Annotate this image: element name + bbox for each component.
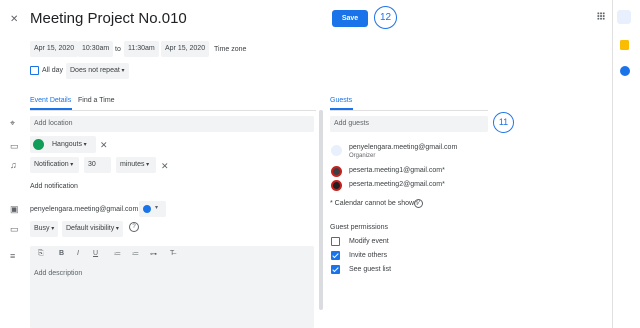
timezone-link[interactable]: Time zone xyxy=(214,46,246,53)
see-guest-list-checkbox[interactable] xyxy=(331,265,340,274)
guest-avatar xyxy=(331,180,342,191)
calendar-color-dot xyxy=(143,205,151,213)
description-placeholder: Add description xyxy=(34,270,83,277)
briefcase-icon: ▭ xyxy=(10,224,19,234)
help-icon[interactable]: ? xyxy=(129,222,139,232)
notification-unit-dropdown[interactable]: minutes xyxy=(116,157,156,173)
description-icon: ≡ xyxy=(10,251,16,261)
guest-role: Organizer xyxy=(349,153,376,159)
modify-event-label: Modify event xyxy=(349,238,389,245)
close-icon[interactable]: ✕ xyxy=(10,15,18,25)
italic-icon[interactable]: I xyxy=(77,250,79,257)
remove-conference-icon[interactable]: ✕ xyxy=(100,140,108,150)
help-icon[interactable]: ? xyxy=(414,199,423,208)
visibility-dropdown[interactable]: Default visibility xyxy=(62,221,123,237)
notification-type-dropdown[interactable]: Notification xyxy=(30,157,79,173)
guest-email: penyelengara.meeting@gmail.com xyxy=(349,144,458,151)
remove-notification-icon[interactable]: ✕ xyxy=(161,161,169,171)
location-input[interactable]: Add location xyxy=(30,116,314,132)
permissions-heading: Guest permissions xyxy=(330,224,388,231)
guest-email: peserta.meeting1@gmail.com* xyxy=(349,167,445,174)
start-time-chip[interactable]: 10:30am xyxy=(78,41,114,57)
add-notification-link[interactable]: Add notification xyxy=(30,183,78,190)
bell-icon: ♫ xyxy=(10,160,17,170)
all-day-checkbox[interactable] xyxy=(30,66,39,75)
location-icon: ⌖ xyxy=(10,118,16,128)
end-date-chip[interactable]: Apr 15, 2020 xyxy=(161,41,210,57)
apps-grid-icon[interactable] xyxy=(597,12,605,20)
attach-icon[interactable]: ⎘ xyxy=(38,250,44,258)
all-day-label: All day xyxy=(42,67,64,74)
add-guests-input[interactable]: Add guests xyxy=(330,116,488,132)
calendar-icon: ▣ xyxy=(10,204,19,214)
numbered-list-icon[interactable]: ≔ xyxy=(114,250,121,258)
calendar-color-dropdown[interactable]: ▾ xyxy=(139,201,166,217)
link-icon[interactable]: ⊶ xyxy=(150,250,157,258)
bullet-list-icon[interactable]: ≔ xyxy=(132,250,139,258)
to-label: to xyxy=(115,46,121,53)
scrollbar[interactable] xyxy=(319,110,323,310)
hangouts-chip[interactable]: Hangouts xyxy=(30,136,96,153)
see-guest-list-label: See guest list xyxy=(349,266,392,273)
hangouts-label: Hangouts xyxy=(52,141,87,148)
guest-email: peserta.meeting2@gmail.com* xyxy=(349,181,445,188)
chevron-down-icon: ▾ xyxy=(155,205,159,211)
invite-others-checkbox[interactable] xyxy=(331,251,340,260)
guest-avatar-organizer xyxy=(331,145,342,156)
bold-icon[interactable]: B xyxy=(59,250,64,257)
notification-value-input[interactable]: 30 xyxy=(84,157,111,173)
busy-dropdown[interactable]: Busy xyxy=(30,221,59,237)
guests-heading: Guests xyxy=(330,97,353,104)
tasks-icon[interactable] xyxy=(620,66,630,76)
description-toolbar: ⎘ B I U ≔ ≔ ⊶ T̶ xyxy=(30,248,314,262)
underline-icon[interactable]: U xyxy=(93,250,98,257)
event-title-input[interactable]: Meeting Project No.010 xyxy=(30,10,187,27)
annotation-circle-11: 11 xyxy=(493,112,514,133)
keep-icon[interactable] xyxy=(620,40,629,50)
tabs-divider xyxy=(30,110,316,111)
guest-avatar xyxy=(331,166,342,177)
modify-event-checkbox[interactable] xyxy=(331,237,340,246)
guests-divider xyxy=(330,110,488,111)
calendar-note: * Calendar cannot be shown xyxy=(330,200,418,207)
end-time-chip[interactable]: 11:30am xyxy=(124,41,159,57)
calendar-owner-label: penyelengara.meeting@gmail.com xyxy=(30,206,139,213)
side-rail xyxy=(612,0,613,328)
clear-format-icon[interactable]: T̶ xyxy=(170,250,174,257)
repeat-dropdown[interactable]: Does not repeat xyxy=(66,63,129,79)
start-date-chip[interactable]: Apr 15, 2020 xyxy=(30,41,79,57)
hangouts-icon xyxy=(33,139,44,150)
invite-others-label: Invite others xyxy=(349,252,388,259)
save-button[interactable]: Save xyxy=(332,10,368,27)
video-icon: ▭ xyxy=(10,141,19,151)
annotation-circle-12: 12 xyxy=(374,6,397,29)
tab-event-details[interactable]: Event Details xyxy=(30,97,71,104)
side-rail-active-icon[interactable] xyxy=(617,10,631,24)
tab-find-time[interactable]: Find a Time xyxy=(78,97,115,104)
